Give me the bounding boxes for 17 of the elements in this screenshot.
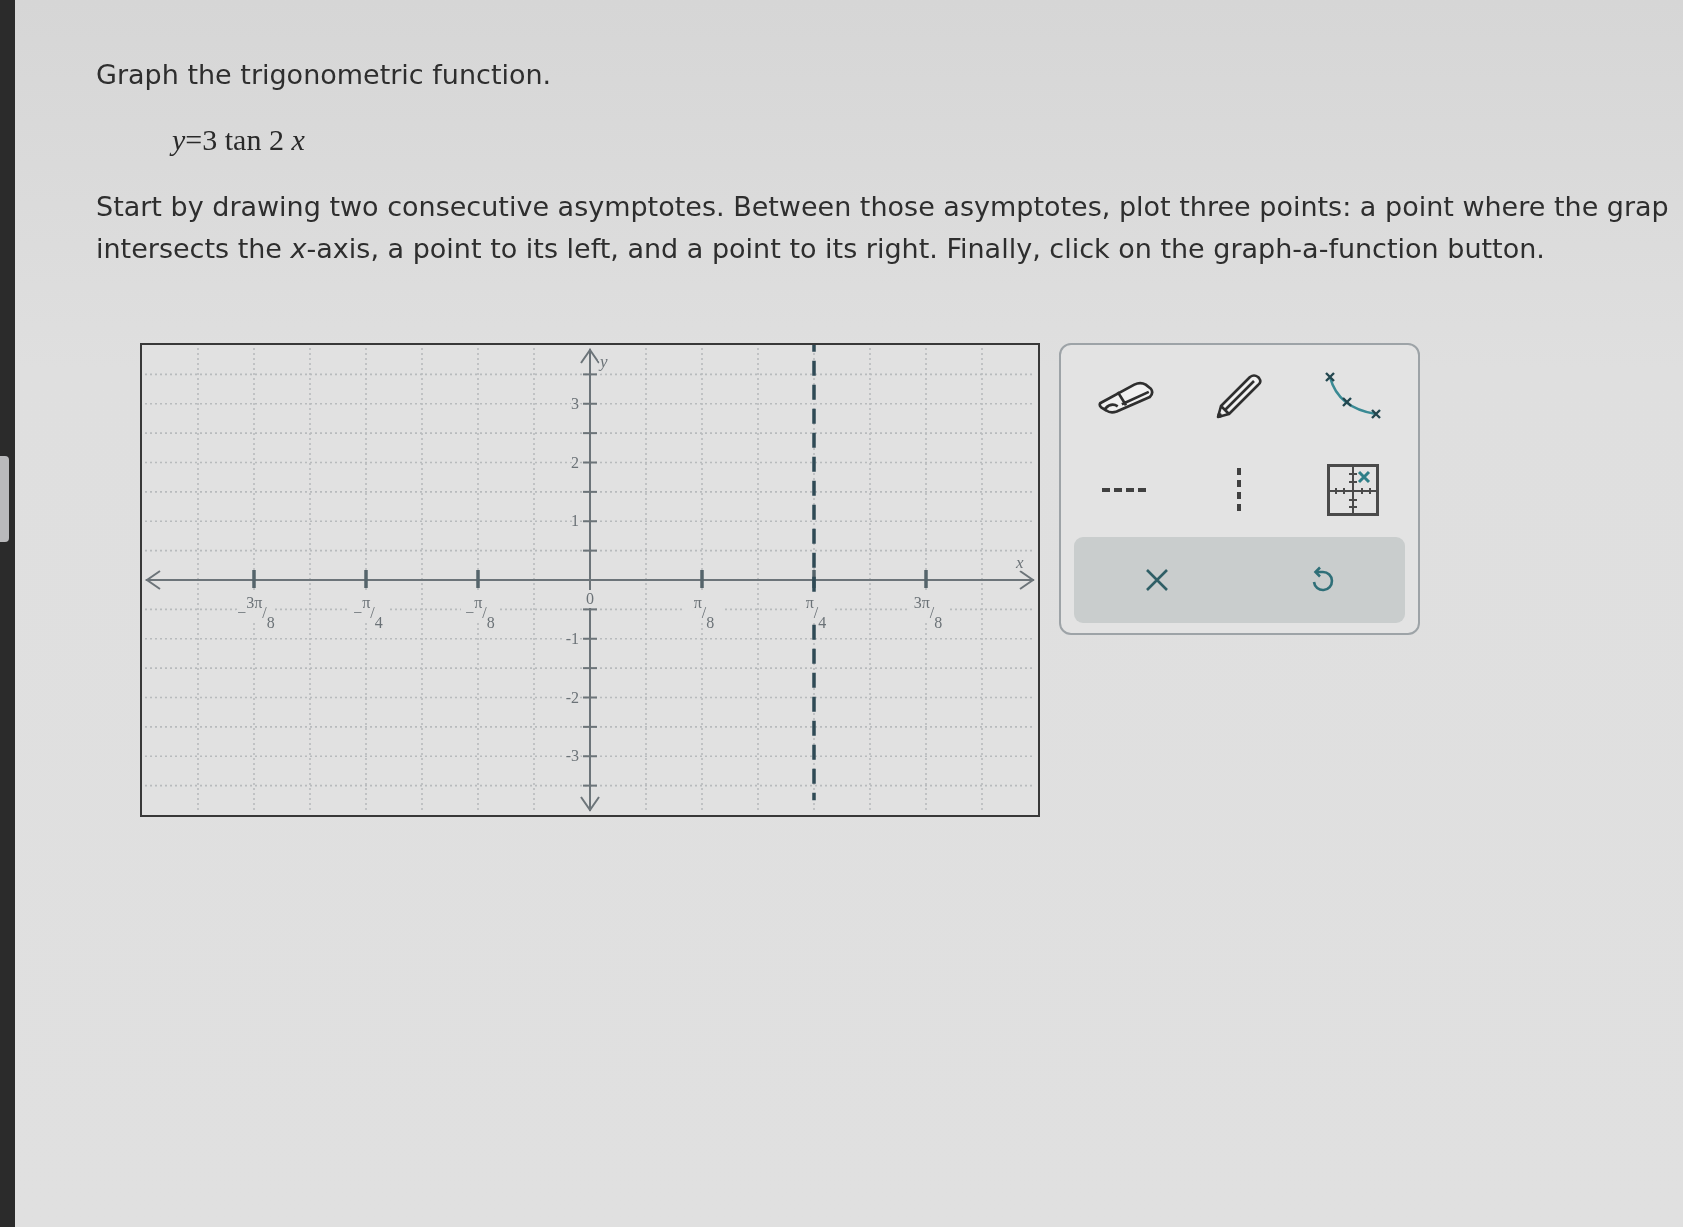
y-axis-label: y — [600, 352, 608, 371]
y-tick-label: 3 — [571, 394, 579, 412]
x-tick-label: −π/8 — [465, 594, 495, 631]
x-tick-label: 3π/8 — [913, 594, 943, 631]
y-tick-label: 2 — [571, 453, 579, 471]
question-prompt: Graph the trigonometric function. — [96, 58, 553, 92]
x-tick-label: −3π/8 — [237, 594, 275, 631]
instructions-text: Start by drawing two consecutive asymptotes. Between those asymptotes, plot three points: a point where the grap intersects the x-axis, a point to its left, and a point to its right. Finally, click on the graph-a-function button. — [96, 190, 1670, 266]
x-tick-label: π/4 — [805, 594, 827, 631]
x-tick-label: −π/4 — [353, 594, 383, 631]
y-tick-label: -2 — [565, 688, 579, 706]
x-tick-label: 0 — [586, 590, 594, 607]
y-tick-label: -1 — [565, 629, 579, 647]
x-axis-label: x — [1016, 553, 1024, 572]
y-tick-label: -3 — [565, 747, 579, 765]
x-tick-label: π/8 — [693, 594, 715, 631]
y-tick-label: 1 — [571, 512, 579, 530]
